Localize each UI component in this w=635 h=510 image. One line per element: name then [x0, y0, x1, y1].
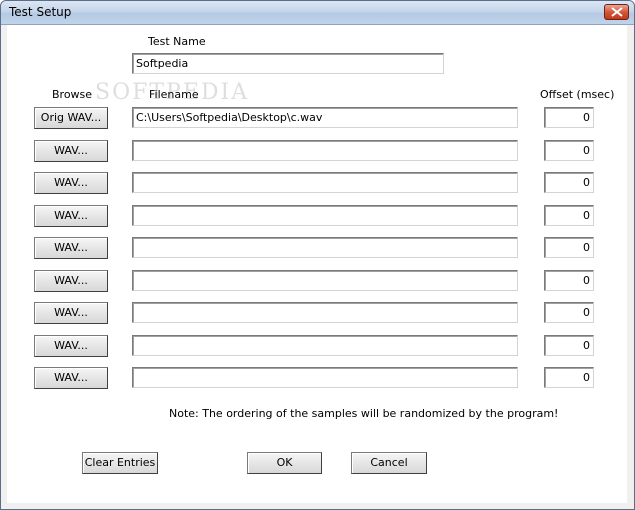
offset-input[interactable]: 0 [544, 172, 594, 193]
wav-row: WAV... 0 [7, 204, 627, 228]
orig-wav-browse-button[interactable]: Orig WAV... [34, 107, 108, 129]
filename-input[interactable] [132, 204, 518, 226]
offset-input[interactable]: 0 [544, 107, 594, 128]
offset-input[interactable]: 0 [544, 269, 594, 291]
offset-input[interactable]: 0 [544, 367, 594, 388]
wav-browse-button[interactable]: WAV... [34, 367, 108, 389]
note-text: Note: The ordering of the samples will b… [169, 407, 559, 420]
wav-browse-button[interactable]: WAV... [34, 172, 108, 194]
filename-input[interactable] [132, 334, 518, 356]
dialog-body: SOFTPEDIA Test Name Softpedia Browse Fil… [7, 25, 627, 503]
offset-input[interactable]: 0 [544, 139, 594, 161]
wav-row: WAV... 0 [7, 236, 627, 260]
wav-row: WAV... 0 [7, 334, 627, 358]
clear-entries-button[interactable]: Clear Entries [82, 452, 158, 474]
filename-input[interactable] [132, 302, 518, 323]
wav-browse-button[interactable]: WAV... [34, 204, 108, 227]
wav-row: WAV... 0 [7, 301, 627, 325]
offset-input[interactable]: 0 [544, 237, 594, 258]
wav-row: WAV... 0 [7, 139, 627, 163]
wav-row: WAV... 0 [7, 366, 627, 390]
filename-input[interactable] [132, 237, 518, 258]
cancel-button[interactable]: Cancel [351, 452, 427, 474]
filename-input[interactable] [132, 139, 518, 161]
offset-input[interactable]: 0 [544, 334, 594, 356]
ok-button[interactable]: OK [247, 452, 322, 474]
offset-input[interactable]: 0 [544, 302, 594, 323]
wav-row: WAV... 0 [7, 171, 627, 195]
wav-browse-button[interactable]: WAV... [34, 269, 108, 292]
wav-browse-button[interactable]: WAV... [34, 237, 108, 259]
wav-row: Orig WAV... C:\Users\Softpedia\Desktop\c.… [7, 106, 627, 130]
offset-input[interactable]: 0 [544, 204, 594, 226]
filename-input[interactable]: C:\Users\Softpedia\Desktop\c.wav [132, 107, 518, 128]
wav-browse-button[interactable]: WAV... [34, 139, 108, 162]
close-icon [611, 7, 623, 17]
close-button[interactable] [604, 4, 629, 20]
title-bar[interactable]: Test Setup [1, 1, 634, 25]
filename-input[interactable] [132, 172, 518, 193]
test-setup-window: Test Setup SOFTPEDIA Test Name Softpedia… [0, 0, 635, 510]
wav-rows: Orig WAV... C:\Users\Softpedia\Desktop\c.… [7, 25, 627, 503]
wav-row: WAV... 0 [7, 269, 627, 293]
filename-input[interactable] [132, 367, 518, 388]
filename-input[interactable] [132, 269, 518, 291]
window-title: Test Setup [9, 5, 72, 19]
wav-browse-button[interactable]: WAV... [34, 334, 108, 357]
wav-browse-button[interactable]: WAV... [34, 302, 108, 324]
